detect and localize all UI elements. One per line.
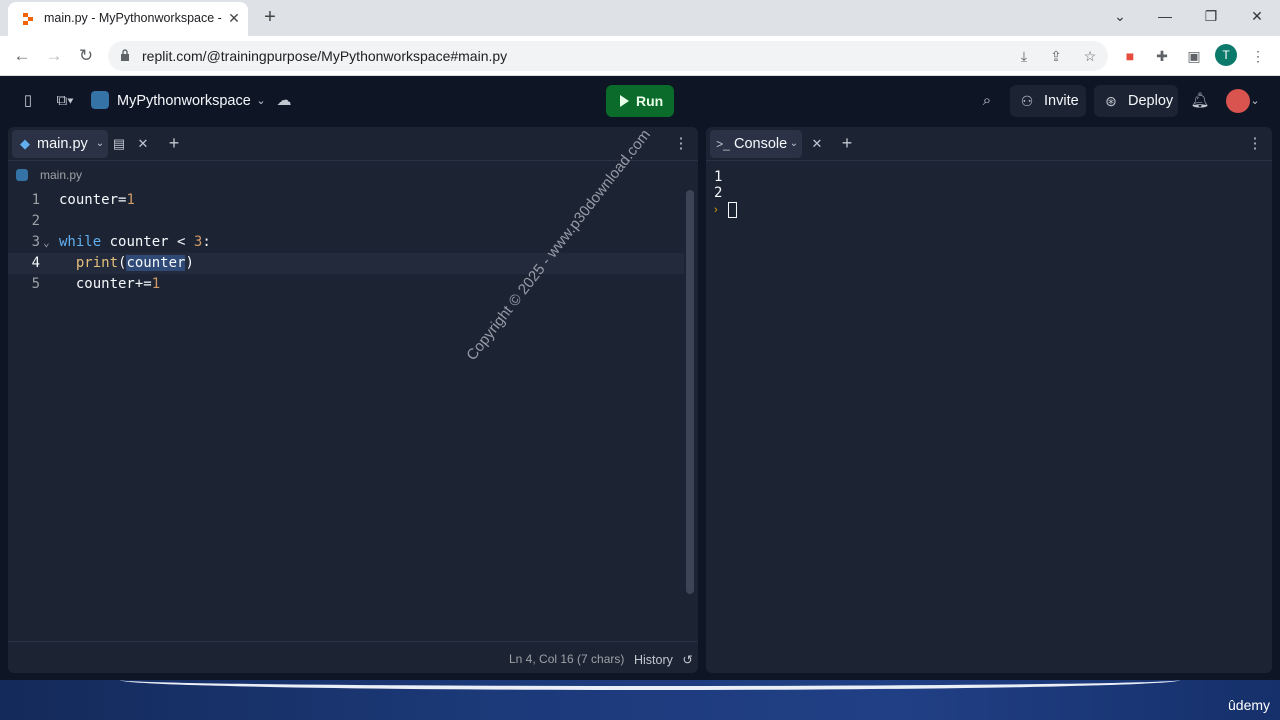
editor-tab-bar: ◆ main.py ⌄ ▤ ✕ + ⋮ bbox=[8, 127, 698, 161]
prompt-chevron-icon: › bbox=[714, 204, 718, 216]
decorative-arc bbox=[120, 670, 1180, 690]
deploy-button[interactable]: ⊛ Deploy bbox=[1094, 85, 1178, 117]
invite-button[interactable]: ⚇ Invite bbox=[1010, 85, 1086, 117]
replit-logo-icon[interactable]: ⧉▾ bbox=[50, 90, 80, 112]
forward-icon[interactable]: → bbox=[42, 44, 66, 68]
fold-chevron-icon[interactable]: ⌄ bbox=[43, 232, 50, 253]
python-file-icon: ◆ bbox=[20, 136, 30, 151]
output-line: 1 bbox=[714, 169, 723, 185]
line-number: 4 bbox=[31, 255, 40, 271]
console-tab-label: Console bbox=[734, 136, 788, 152]
close-window-button[interactable]: ✕ bbox=[1242, 4, 1272, 28]
console-panel: >_ Console ⌄ ✕ + ⋮ 1 2 › bbox=[706, 127, 1272, 673]
invite-label: Invite bbox=[1044, 93, 1079, 109]
python-file-icon bbox=[16, 169, 28, 181]
tab-close-icon[interactable]: ✕ bbox=[224, 8, 244, 28]
side-panel-icon[interactable]: ▣ bbox=[1182, 44, 1206, 68]
reload-icon[interactable]: ↻ bbox=[74, 44, 98, 68]
code-text: counter+=1 bbox=[59, 276, 161, 292]
line-number: 1 bbox=[31, 192, 40, 208]
history-icon: ↺ bbox=[682, 653, 693, 667]
history-button[interactable]: History ↺ bbox=[634, 652, 693, 667]
avatar-chevron-icon[interactable]: ⌄ bbox=[1248, 90, 1262, 112]
install-icon[interactable]: ⤓ bbox=[1014, 46, 1034, 66]
line-number: 3 bbox=[31, 234, 40, 250]
extensions-puzzle-icon[interactable]: ✚ bbox=[1150, 44, 1174, 68]
deploy-label: Deploy bbox=[1128, 93, 1174, 109]
input-cursor bbox=[728, 202, 737, 218]
back-icon[interactable]: ← bbox=[10, 44, 34, 68]
breadcrumb-file[interactable]: main.py bbox=[40, 168, 82, 182]
tab-main-py[interactable]: ◆ main.py ⌄ bbox=[12, 130, 108, 158]
play-icon bbox=[620, 95, 629, 107]
lock-icon bbox=[121, 49, 129, 61]
video-footer: ûdemy bbox=[0, 680, 1280, 720]
editor-tab-label: main.py bbox=[37, 136, 88, 152]
line-number: 5 bbox=[31, 276, 40, 292]
user-avatar[interactable] bbox=[1226, 89, 1250, 113]
code-text: print(counter) bbox=[75, 255, 194, 271]
console-menu-icon[interactable]: ⋮ bbox=[1246, 135, 1264, 153]
add-tab-icon[interactable]: + bbox=[838, 134, 856, 152]
file-outline-icon[interactable]: ▤ bbox=[110, 135, 128, 153]
code-line[interactable]: 5 counter+=1 bbox=[8, 274, 684, 295]
add-tab-icon[interactable]: + bbox=[165, 134, 183, 152]
restore-button[interactable]: ❐ bbox=[1196, 4, 1226, 28]
new-tab-button[interactable]: + bbox=[258, 6, 282, 30]
editor-menu-icon[interactable]: ⋮ bbox=[672, 135, 690, 153]
browser-menu-icon[interactable]: ⋮ bbox=[1246, 44, 1270, 68]
code-line[interactable]: 3 ⌄ while counter < 3: bbox=[8, 232, 684, 253]
search-icon[interactable]: ⌕ bbox=[976, 90, 998, 112]
code-text: counter=1 bbox=[59, 192, 135, 208]
console-tab-bar: >_ Console ⌄ ✕ + ⋮ bbox=[706, 127, 1272, 161]
udemy-logo: ûdemy bbox=[1228, 697, 1271, 713]
replit-favicon-icon bbox=[23, 13, 33, 25]
deploy-icon: ⊛ bbox=[1105, 93, 1117, 109]
profile-avatar[interactable]: T bbox=[1215, 44, 1237, 66]
console-output: 1 2 bbox=[714, 169, 722, 201]
terminal-prompt-icon: >_ bbox=[716, 137, 730, 151]
repl-name[interactable]: MyPythonworkspace bbox=[117, 93, 251, 109]
tab-console[interactable]: >_ Console ⌄ bbox=[710, 130, 802, 158]
tab-search-icon[interactable]: ⌄ bbox=[1105, 4, 1135, 28]
bookmark-star-icon[interactable]: ☆ bbox=[1080, 46, 1100, 66]
python-icon bbox=[91, 91, 109, 109]
extension-red-icon[interactable]: ■ bbox=[1118, 44, 1142, 68]
notifications-bell-icon[interactable]: 🔔︎ bbox=[1189, 90, 1211, 112]
add-user-icon: ⚇ bbox=[1020, 93, 1034, 109]
url-text: replit.com/@trainingpurpose/MyPythonwork… bbox=[142, 48, 508, 64]
minimize-button[interactable]: — bbox=[1150, 4, 1180, 28]
close-tab-icon[interactable]: ✕ bbox=[134, 135, 152, 153]
address-bar[interactable]: replit.com/@trainingpurpose/MyPythonwork… bbox=[108, 41, 1108, 71]
replit-header: ▯ ⧉▾ MyPythonworkspace ⌄ ☁ Run ⌕ ⚇ Invit… bbox=[0, 77, 1280, 125]
output-line: 2 bbox=[714, 185, 723, 201]
cursor-position: Ln 4, Col 16 (7 chars) bbox=[509, 652, 625, 666]
line-number: 2 bbox=[31, 213, 40, 229]
history-label: History bbox=[634, 653, 673, 667]
editor-scrollbar[interactable] bbox=[686, 190, 694, 594]
tab-chevron-icon[interactable]: ⌄ bbox=[94, 135, 106, 153]
editor-status-bar: Ln 4, Col 16 (7 chars) History ↺ bbox=[8, 641, 698, 673]
sidebar-toggle-icon[interactable]: ▯ bbox=[17, 90, 39, 112]
share-icon[interactable]: ⇪ bbox=[1046, 46, 1066, 66]
chevron-down-icon[interactable]: ⌄ bbox=[250, 90, 272, 112]
close-tab-icon[interactable]: ✕ bbox=[808, 135, 826, 153]
browser-tab-title: main.py - MyPythonworkspace - bbox=[44, 11, 222, 25]
code-text: while counter < 3: bbox=[59, 234, 211, 250]
tab-chevron-icon[interactable]: ⌄ bbox=[788, 135, 800, 153]
browser-tab-strip: main.py - MyPythonworkspace - ✕ + ⌄ — ❐ … bbox=[0, 0, 1280, 36]
browser-tab[interactable]: main.py - MyPythonworkspace - ✕ bbox=[8, 2, 248, 36]
code-line-active[interactable]: 4 print(counter) bbox=[8, 253, 684, 274]
browser-toolbar: ← → ↻ replit.com/@trainingpurpose/MyPyth… bbox=[0, 36, 1280, 76]
cloud-saved-icon: ☁ bbox=[276, 92, 292, 109]
